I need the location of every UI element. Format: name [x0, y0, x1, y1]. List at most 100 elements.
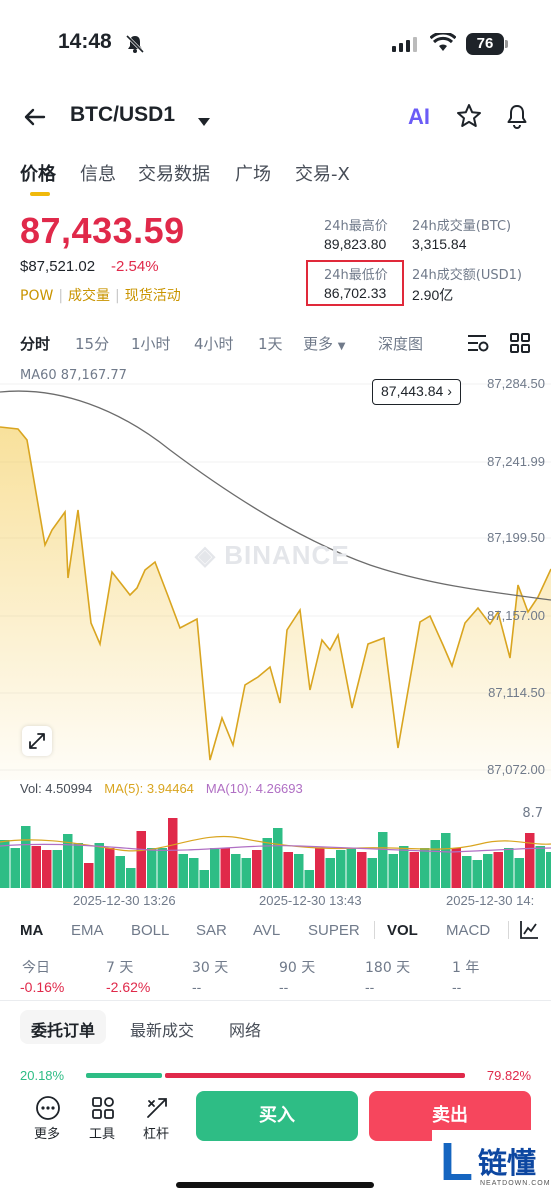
y-axis-label: 87,284.50: [487, 376, 545, 391]
volume-bar: [94, 843, 104, 888]
volume-bar: [136, 831, 146, 888]
vol-btc-label: 24h成交量(BTC): [412, 219, 512, 234]
expand-chart-icon[interactable]: [22, 726, 52, 756]
volume-max-label: 8.7: [522, 806, 543, 821]
y-axis-label: 87,199.50: [487, 530, 545, 545]
volume-bar: [304, 870, 314, 888]
volume-bars: [0, 818, 551, 888]
active-tab-indicator: [30, 192, 50, 196]
indicator-macd[interactable]: MACD: [446, 922, 490, 939]
interval-depth[interactable]: 深度图: [378, 333, 423, 354]
buy-ratio-bar: [86, 1073, 162, 1078]
interval-more[interactable]: 更多 ▼: [303, 333, 346, 354]
volume-bar: [231, 854, 241, 888]
tab-order-book[interactable]: 委托订单: [31, 1017, 95, 1041]
volume-bar: [325, 858, 335, 888]
ma60-label: MA60 87,167.77: [20, 368, 127, 383]
volume-bar: [472, 860, 482, 888]
volume-bar: [147, 848, 157, 888]
current-price-tag[interactable]: 87,443.84 ›: [372, 379, 461, 405]
perf-label: 30 天: [192, 960, 229, 976]
interval-4h[interactable]: 4小时: [194, 333, 234, 354]
tab-trade-x[interactable]: 交易-X: [295, 160, 350, 186]
volume-bar: [420, 848, 430, 888]
chart-layout-icon[interactable]: [509, 332, 531, 358]
high-label: 24h最高价: [324, 219, 388, 234]
perf-label: 今日: [22, 960, 50, 976]
indicator-avl[interactable]: AVL: [253, 922, 280, 939]
tag-pow[interactable]: POW: [20, 288, 53, 304]
battery-tip: [505, 40, 508, 48]
perf-label: 7 天: [106, 960, 134, 976]
indicator-ma[interactable]: MA: [20, 922, 43, 939]
volume-bar: [178, 854, 188, 888]
back-arrow-icon[interactable]: [20, 102, 50, 132]
vol-btc-value: 3,315.84: [412, 236, 467, 252]
price-area-fill: [0, 427, 551, 780]
watermark-text: BINANCE: [224, 540, 350, 570]
interval-time[interactable]: 分时: [20, 333, 50, 354]
perf-value: -0.16%: [20, 979, 65, 995]
perf-label: 90 天: [279, 960, 316, 976]
tab-price[interactable]: 价格: [20, 160, 56, 186]
interval-1h[interactable]: 1小时: [131, 333, 171, 354]
chevron-right-icon: ›: [447, 383, 452, 399]
more-dots-icon[interactable]: [35, 1095, 65, 1121]
volume-bar: [441, 833, 451, 888]
volume-bar: [252, 850, 262, 888]
interval-1d[interactable]: 1天: [258, 333, 283, 354]
tools-grid-icon[interactable]: [90, 1095, 120, 1121]
tab-info[interactable]: 信息: [80, 160, 116, 186]
indicator-chart-icon[interactable]: [518, 919, 540, 945]
favorite-star-icon[interactable]: [455, 102, 483, 134]
sell-ratio-percent: 79.82%: [486, 1068, 531, 1083]
y-axis-label: 87,241.99: [487, 454, 545, 469]
site-logo-mark-icon: L: [440, 1132, 473, 1192]
tab-latest-trades[interactable]: 最新成交: [130, 1017, 194, 1041]
binance-watermark: ◈ BINANCE: [195, 540, 350, 570]
volume-bar: [115, 856, 125, 888]
indicator-settings-icon[interactable]: [466, 332, 490, 358]
indicator-vol[interactable]: VOL: [387, 922, 418, 939]
last-price: 87,433.59: [20, 210, 185, 251]
leverage-label[interactable]: 杠杆: [143, 1123, 169, 1142]
more-label[interactable]: 更多: [34, 1123, 60, 1142]
alert-bell-icon[interactable]: [503, 102, 531, 134]
indicator-boll[interactable]: BOLL: [131, 922, 169, 939]
ai-assistant-icon[interactable]: AI: [408, 104, 430, 130]
tag-volume[interactable]: 成交量: [68, 288, 110, 304]
indicator-sar[interactable]: SAR: [196, 922, 227, 939]
indicator-super[interactable]: SUPER: [308, 922, 360, 939]
volume-bar: [84, 863, 94, 888]
volume-bar: [0, 840, 10, 888]
volume-bar: [10, 848, 20, 888]
volume-bar: [21, 826, 31, 888]
tab-network[interactable]: 网络: [229, 1017, 261, 1041]
interval-15m[interactable]: 15分: [75, 333, 109, 354]
time-axis-label: 2025-12-30 13:43: [259, 893, 362, 908]
interval-more-label: 更多: [303, 335, 334, 353]
current-price-tag-value: 87,443.84: [381, 383, 444, 399]
caret-down-icon[interactable]: [197, 112, 211, 131]
leverage-icon[interactable]: [144, 1095, 174, 1121]
vol-usd-label: 24h成交额(USD1): [412, 268, 522, 283]
tab-square[interactable]: 广场: [235, 160, 271, 186]
tag-spot-activity[interactable]: 现货活动: [125, 288, 181, 304]
tab-trading-data[interactable]: 交易数据: [138, 160, 210, 186]
site-logo-subtext: NEATDOWN.COM: [480, 1180, 551, 1187]
volume-bar: [273, 828, 283, 888]
sell-ratio-bar: [165, 1073, 465, 1078]
volume-bar: [31, 846, 41, 888]
volume-bar: [105, 848, 115, 888]
volume-bar: [157, 848, 167, 888]
tools-label[interactable]: 工具: [89, 1123, 115, 1142]
buy-button[interactable]: 买入: [196, 1091, 358, 1141]
volume-bar: [525, 833, 535, 888]
high-value: 89,823.80: [324, 236, 387, 252]
indicator-ema[interactable]: EMA: [71, 922, 104, 939]
trading-pair-title[interactable]: BTC/USD1: [70, 103, 175, 127]
volume-legend: Vol: 4.50994 MA(5): 3.94464 MA(10): 4.26…: [20, 781, 303, 796]
perf-value: --: [452, 979, 462, 995]
price-change-percent: -2.54%: [111, 258, 159, 275]
volume-chart[interactable]: [0, 800, 551, 890]
